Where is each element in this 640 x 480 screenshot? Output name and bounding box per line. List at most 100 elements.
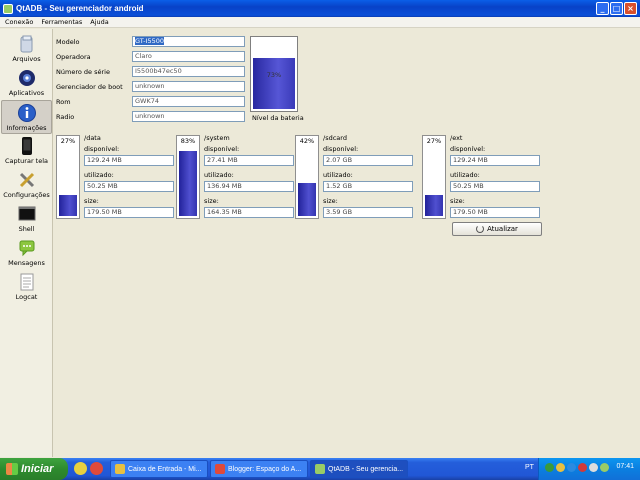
task-label: Blogger: Espaço do A... [228, 465, 302, 473]
info-panel: Modelo GT-I5500 Operadora Claro Número d… [54, 29, 640, 457]
model-label: Modelo [56, 38, 80, 46]
available-label: disponível: [323, 145, 359, 153]
available-field[interactable]: 129.24 MB [450, 155, 540, 166]
sidebar-item-label: Shell [18, 225, 35, 233]
network-icon[interactable] [545, 463, 554, 472]
size-field[interactable]: 3.59 GB [323, 207, 413, 218]
size-label: size: [323, 197, 338, 205]
model-value: GT-I5500 [135, 37, 164, 45]
disk-usage-fill [59, 194, 77, 216]
disk-usage-fill [298, 183, 316, 216]
task-blogger[interactable]: Blogger: Espaço do A... [210, 460, 308, 478]
available-field[interactable]: 129.24 MB [84, 155, 174, 166]
refresh-icon [476, 225, 485, 233]
used-field[interactable]: 50.25 MB [84, 181, 174, 192]
language-indicator[interactable]: PT [525, 464, 534, 471]
disk-usage-bar: 42% [295, 135, 319, 219]
size-label: size: [84, 197, 99, 205]
task-qtadb[interactable]: QtADB - Seu gerencia... [310, 460, 408, 478]
terminal-icon [18, 206, 35, 221]
task-label: QtADB - Seu gerencia... [328, 465, 404, 473]
used-field[interactable]: 136.94 MB [204, 181, 294, 192]
carrier-field[interactable]: Claro [132, 51, 245, 62]
radio-label: Radio [56, 113, 75, 121]
used-field[interactable]: 1.52 GB [323, 181, 413, 192]
sidebar-item-messages[interactable]: Mensagens [1, 236, 52, 270]
menu-tools[interactable]: Ferramentas [41, 18, 82, 26]
size-field[interactable]: 164.35 MB [204, 207, 294, 218]
rom-field[interactable]: GWK74 [132, 96, 245, 107]
start-button[interactable]: Iniciar [0, 458, 68, 480]
phone-icon [21, 137, 32, 155]
security-icon[interactable] [578, 463, 587, 472]
app-icon [315, 464, 325, 474]
sidebar-item-label: Informações [6, 124, 47, 132]
task-label: Caixa de Entrada - Mi... [128, 465, 202, 473]
used-label: utilizado: [84, 171, 114, 179]
sidebar-item-files[interactable]: Arquivos [1, 32, 52, 66]
used-label: utilizado: [450, 171, 480, 179]
available-label: disponível: [84, 145, 120, 153]
menu-help[interactable]: Ajuda [90, 18, 108, 26]
battery-label: Nível da bateria [252, 114, 304, 122]
messenger-icon[interactable] [74, 462, 87, 475]
bootloader-label: Gerenciador de boot [56, 83, 123, 91]
gear-icon [18, 70, 35, 86]
chrome-icon[interactable] [90, 462, 103, 475]
disk-percent: 27% [426, 137, 442, 145]
sidebar-item-label: Mensagens [8, 259, 45, 267]
carrier-label: Operadora [56, 53, 91, 61]
menu-connection[interactable]: Conexão [5, 18, 33, 26]
folder-icon [20, 35, 32, 53]
used-field[interactable]: 50.25 MB [450, 181, 540, 192]
disk-usage-bar: 83% [176, 135, 200, 219]
sidebar-item-logcat[interactable]: Logcat [1, 270, 52, 304]
task-inbox[interactable]: Caixa de Entrada - Mi... [110, 460, 208, 478]
app-icon[interactable] [600, 463, 609, 472]
radio-field[interactable]: unknown [132, 111, 245, 122]
sidebar-item-info[interactable]: Informações [1, 100, 52, 134]
battery-percent: 73% [266, 71, 282, 79]
refresh-button[interactable]: Atualizar [452, 222, 542, 236]
sidebar-item-shell[interactable]: Shell [1, 202, 52, 236]
disk-usage-bar: 27% [56, 135, 80, 219]
chrome-icon [215, 464, 225, 474]
tray-icon[interactable] [567, 463, 576, 472]
system-tray: 07:41 [538, 458, 640, 480]
window-title: QtADB - Seu gerenciador android [16, 4, 144, 13]
menu-bar: Conexão Ferramentas Ajuda [0, 17, 640, 28]
app-icon [3, 3, 13, 14]
start-label: Iniciar [21, 463, 54, 475]
disk-usage-bar: 27% [422, 135, 446, 219]
serial-label: Número de série [56, 68, 110, 76]
size-field[interactable]: 179.50 MB [84, 207, 174, 218]
maximize-button[interactable]: □ [610, 2, 623, 15]
windows-logo-icon [6, 463, 18, 475]
size-field[interactable]: 179.50 MB [450, 207, 540, 218]
info-icon [17, 104, 36, 122]
messenger-icon[interactable] [556, 463, 565, 472]
available-label: disponível: [450, 145, 486, 153]
close-button[interactable]: × [624, 2, 637, 15]
used-label: utilizado: [323, 171, 353, 179]
sidebar: Arquivos Aplicativos Informações Captura… [0, 29, 53, 457]
sidebar-item-label: Configurações [3, 191, 50, 199]
bootloader-field[interactable]: unknown [132, 81, 245, 92]
battery-gauge: 73% [250, 36, 298, 112]
model-field[interactable]: GT-I5500 [132, 36, 245, 47]
serial-field[interactable]: I5500b47ec50 [132, 66, 245, 77]
sidebar-item-screenshot[interactable]: Capturar tela [1, 134, 52, 168]
sidebar-item-settings[interactable]: Configurações [1, 168, 52, 202]
minimize-button[interactable]: _ [596, 2, 609, 15]
refresh-button-label: Atualizar [487, 225, 518, 233]
mail-icon [115, 464, 125, 474]
available-field[interactable]: 27.41 MB [204, 155, 294, 166]
disk-mount: /sdcard [323, 134, 347, 142]
volume-icon[interactable] [589, 463, 598, 472]
log-icon [20, 273, 33, 291]
tools-icon [19, 172, 34, 188]
available-field[interactable]: 2.07 GB [323, 155, 413, 166]
sidebar-item-label: Capturar tela [4, 157, 49, 165]
sidebar-item-apps[interactable]: Aplicativos [1, 66, 52, 100]
battery-fill [253, 57, 295, 109]
